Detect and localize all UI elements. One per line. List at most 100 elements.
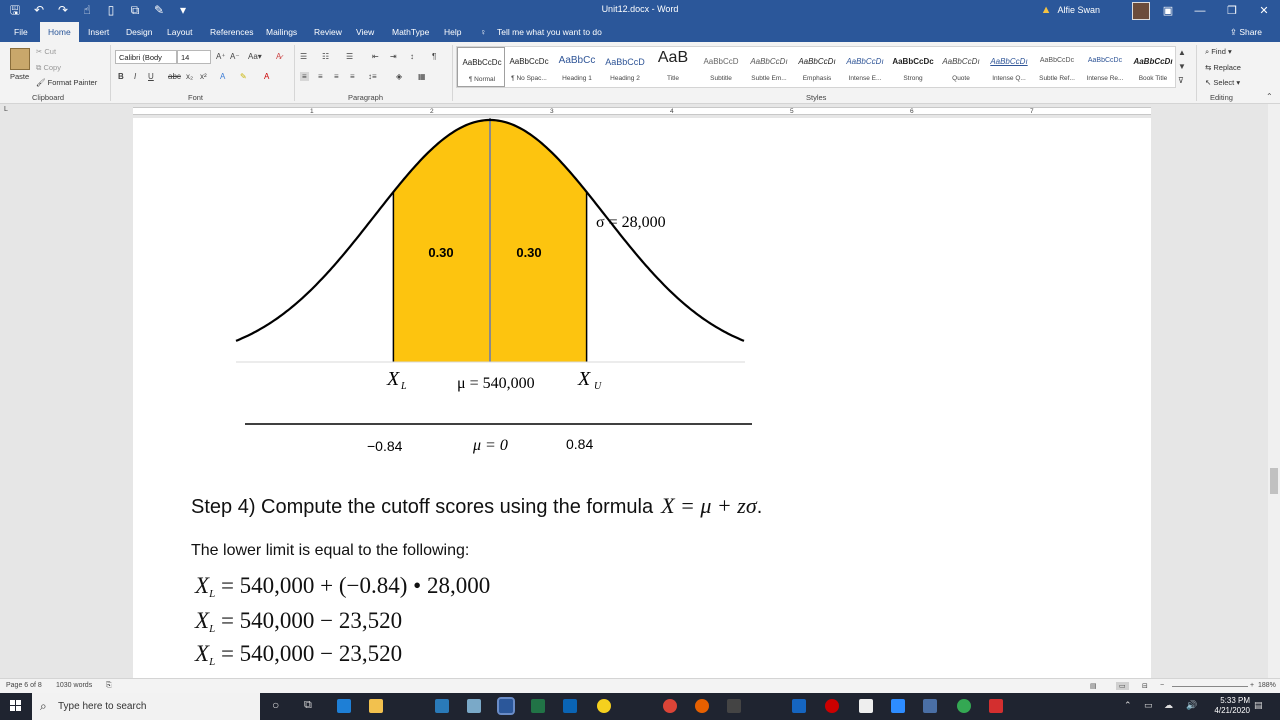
tab-file[interactable]: File bbox=[14, 27, 28, 37]
record-icon[interactable] bbox=[825, 699, 839, 713]
tab-help[interactable]: Help bbox=[444, 27, 461, 37]
underline-icon[interactable]: U bbox=[148, 72, 154, 81]
line-spacing-icon[interactable]: ↕≡ bbox=[368, 72, 377, 81]
outlook-icon[interactable] bbox=[563, 699, 577, 713]
chrome-icon[interactable] bbox=[663, 699, 677, 713]
copy-button[interactable]: ⧉ Copy bbox=[36, 63, 61, 73]
minimize-icon[interactable]: — bbox=[1184, 0, 1216, 22]
windows-start-icon[interactable] bbox=[10, 700, 22, 712]
style-subtle-emphasis[interactable]: AaBbCcDı Subtle Em... bbox=[745, 47, 793, 87]
ribbon-display-options-icon[interactable]: ▣ bbox=[1152, 0, 1184, 22]
app-icon[interactable] bbox=[923, 699, 937, 713]
cortana-icon[interactable]: ○ bbox=[272, 698, 279, 712]
smiley-app-icon[interactable] bbox=[597, 699, 611, 713]
tab-references[interactable]: References bbox=[210, 27, 253, 37]
change-case-icon[interactable]: Aa▾ bbox=[248, 52, 262, 61]
page-count[interactable]: Page 6 of 8 bbox=[6, 682, 42, 689]
tab-view[interactable]: View bbox=[356, 27, 374, 37]
ruler-bar[interactable] bbox=[133, 107, 1151, 115]
style-title[interactable]: AaB Title bbox=[649, 47, 697, 87]
style-emphasis[interactable]: AaBbCcDı Emphasis bbox=[793, 47, 841, 87]
firefox-icon[interactable] bbox=[695, 699, 709, 713]
font-size-select[interactable]: 14 bbox=[177, 50, 211, 64]
notifications-icon[interactable]: ▤ bbox=[1254, 700, 1263, 711]
zoom-in-icon[interactable]: + bbox=[1250, 682, 1254, 689]
styles-scroll-up-icon[interactable]: ▲ bbox=[1178, 48, 1186, 57]
style-book-title[interactable]: AaBbCcDı Book Title bbox=[1129, 47, 1177, 87]
find-button[interactable]: ⌕ Find ▾ bbox=[1205, 47, 1232, 57]
tab-mailings[interactable]: Mailings bbox=[266, 27, 297, 37]
onedrive-icon[interactable]: ☁ bbox=[1164, 700, 1173, 711]
volume-icon[interactable]: 🔊 bbox=[1186, 700, 1197, 711]
tab-layout[interactable]: Layout bbox=[167, 27, 193, 37]
share-button[interactable]: ⇪ Share bbox=[1230, 27, 1262, 38]
italic-icon[interactable]: I bbox=[134, 72, 136, 81]
vertical-scrollbar[interactable] bbox=[1268, 104, 1280, 678]
file-explorer-icon[interactable] bbox=[369, 699, 383, 713]
mathtype-icon[interactable] bbox=[435, 699, 449, 713]
superscript-icon[interactable]: x² bbox=[200, 72, 207, 81]
style-intense-reference[interactable]: AaBbCcDc Intense Re... bbox=[1081, 47, 1129, 87]
subscript-icon[interactable]: x₂ bbox=[186, 72, 193, 81]
numbering-icon[interactable]: ☷ bbox=[322, 52, 329, 61]
borders-icon[interactable]: ▦ bbox=[418, 72, 426, 81]
paste-icon[interactable] bbox=[10, 48, 30, 70]
restore-icon[interactable]: ❐ bbox=[1216, 0, 1248, 22]
format-painter-button[interactable]: 🖌 Format Painter bbox=[36, 78, 97, 87]
bold-icon[interactable]: B bbox=[118, 72, 124, 81]
increase-indent-icon[interactable]: ⇥ bbox=[390, 52, 397, 61]
camera-icon[interactable] bbox=[859, 699, 873, 713]
align-center-icon[interactable]: ≡ bbox=[318, 72, 323, 81]
style-strong[interactable]: AaBbCcDc Strong bbox=[889, 47, 937, 87]
scrollbar-thumb[interactable] bbox=[1270, 468, 1278, 494]
replace-button[interactable]: ⇆ Replace bbox=[1205, 63, 1241, 72]
excel-icon[interactable] bbox=[531, 699, 545, 713]
bullets-icon[interactable]: ☰ bbox=[300, 52, 307, 61]
clear-formatting-icon[interactable]: A̷ bbox=[276, 52, 281, 61]
word-icon[interactable] bbox=[497, 697, 515, 715]
style-heading-2[interactable]: AaBbCcD Heading 2 bbox=[601, 47, 649, 87]
task-view-icon[interactable]: ⧉ bbox=[304, 699, 312, 712]
font-color-icon[interactable]: A bbox=[264, 72, 269, 81]
collapse-ribbon-icon[interactable]: ⌃ bbox=[1266, 92, 1273, 101]
network-icon[interactable]: ▭ bbox=[1144, 700, 1153, 711]
style-subtle-reference[interactable]: AaBbCcDc Subtle Ref... bbox=[1033, 47, 1081, 87]
sort-icon[interactable]: ↕ bbox=[410, 52, 414, 61]
snipping-icon[interactable] bbox=[467, 699, 481, 713]
focus-mode-icon[interactable]: ▤ bbox=[1090, 682, 1097, 690]
grow-font-icon[interactable]: A⁺ bbox=[216, 52, 226, 61]
style-heading-1[interactable]: AaBbCc Heading 1 bbox=[553, 47, 601, 87]
font-family-select[interactable]: Calibri (Body bbox=[115, 50, 177, 64]
avatar[interactable] bbox=[1132, 2, 1150, 20]
style-no-spacing[interactable]: AaBbCcDc ¶ No Spac... bbox=[505, 47, 553, 87]
shrink-font-icon[interactable]: A⁻ bbox=[230, 52, 240, 61]
zoom-level[interactable]: 188% bbox=[1258, 682, 1276, 689]
decrease-indent-icon[interactable]: ⇤ bbox=[372, 52, 379, 61]
print-layout-icon[interactable]: ▭ bbox=[1116, 682, 1129, 690]
tab-insert[interactable]: Insert bbox=[88, 27, 109, 37]
taskbar-search-box[interactable]: ⌕ Type here to search bbox=[32, 693, 260, 720]
zoom-app-icon[interactable] bbox=[891, 699, 905, 713]
pen-app-icon[interactable] bbox=[727, 699, 741, 713]
chrome-alt-icon[interactable] bbox=[957, 699, 971, 713]
style-intense-quote[interactable]: AaBbCcDı Intense Q... bbox=[985, 47, 1033, 87]
edge-icon[interactable] bbox=[337, 699, 351, 713]
align-right-icon[interactable]: ≡ bbox=[334, 72, 339, 81]
style-subtitle[interactable]: AaBbCcD Subtitle bbox=[697, 47, 745, 87]
strikethrough-icon[interactable]: abc bbox=[168, 72, 181, 81]
shading-icon[interactable]: ◈ bbox=[396, 72, 402, 81]
word-count[interactable]: 1030 words bbox=[56, 682, 92, 689]
style-intense-emphasis[interactable]: AaBbCcDı Intense E... bbox=[841, 47, 889, 87]
align-left-icon[interactable]: ≡ bbox=[300, 72, 309, 81]
close-icon[interactable]: ✕ bbox=[1248, 0, 1280, 22]
tray-chevron-icon[interactable]: ⌃ bbox=[1124, 700, 1132, 711]
acrobat-icon[interactable] bbox=[989, 699, 1003, 713]
wd-icon[interactable] bbox=[792, 699, 806, 713]
cut-button[interactable]: ✂ Cut bbox=[36, 47, 56, 56]
document-page[interactable]: 0.30 0.30 σ = 28,000 X L μ = 540,000 X U… bbox=[133, 118, 1151, 678]
tell-me-search[interactable]: Tell me what you want to do bbox=[497, 27, 602, 37]
justify-icon[interactable]: ≡ bbox=[350, 72, 355, 81]
select-button[interactable]: ↖ Select ▾ bbox=[1205, 78, 1240, 87]
tab-mathtype[interactable]: MathType bbox=[392, 27, 429, 37]
styles-more-icon[interactable]: ⊽ bbox=[1178, 76, 1184, 85]
